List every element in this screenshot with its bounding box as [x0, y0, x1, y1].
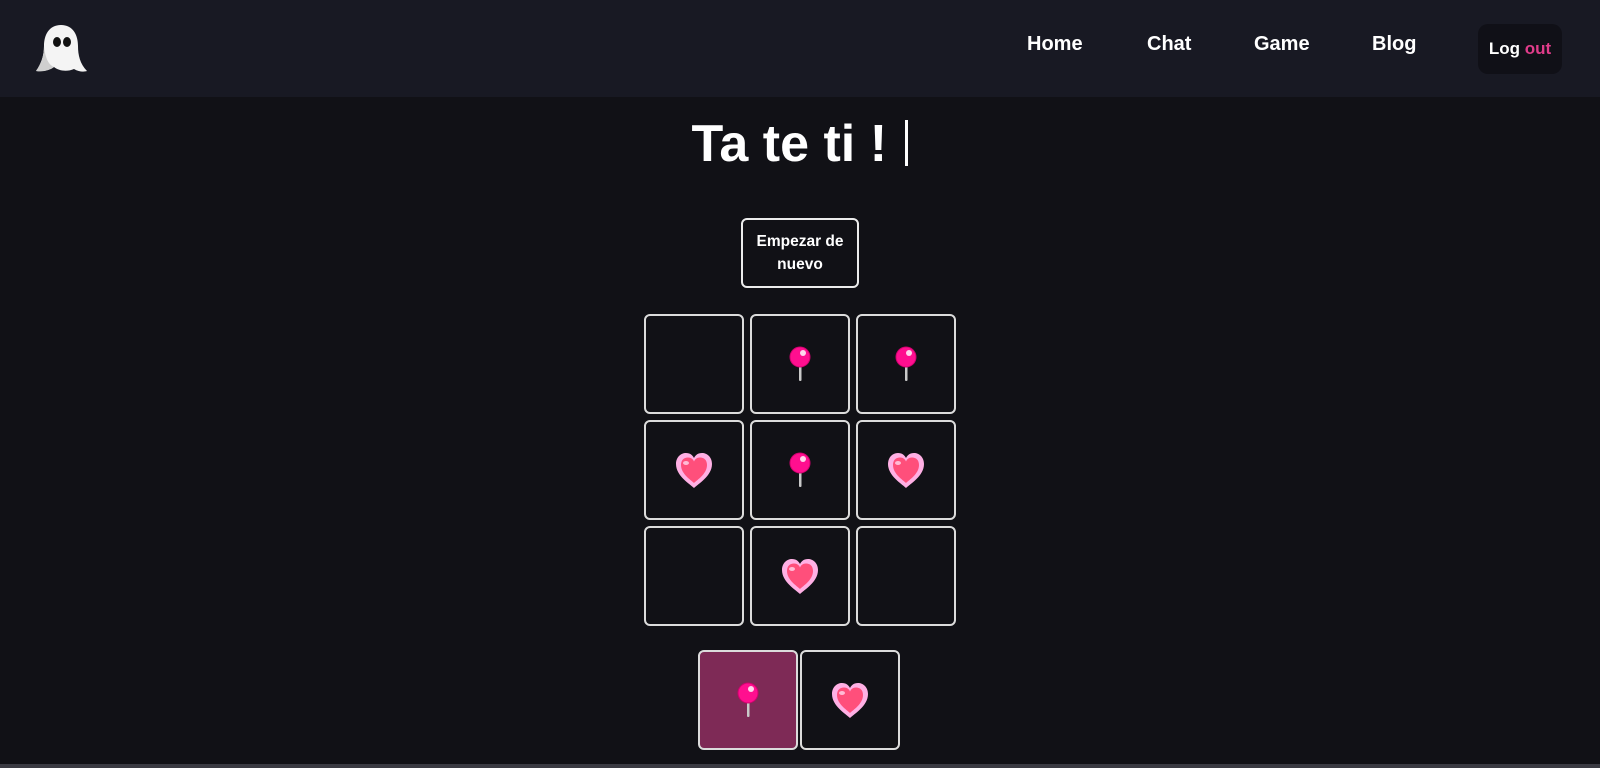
pushpin-icon-graphic — [737, 682, 759, 717]
ghost-icon[interactable] — [34, 22, 88, 76]
page-title: Ta te ti ! — [691, 115, 888, 173]
turn-pushpin[interactable] — [698, 650, 798, 750]
logout-label-log: Log — [1488, 39, 1520, 58]
pushpin-icon-graphic — [789, 452, 811, 487]
board-cell-5[interactable] — [750, 420, 850, 520]
pushpin-icon — [884, 342, 928, 386]
heart-icon — [884, 448, 928, 492]
board-cell-3[interactable] — [856, 314, 956, 414]
pushpin-icon-graphic — [789, 346, 811, 381]
board-cell-4[interactable] — [644, 420, 744, 520]
pushpin-icon — [778, 448, 822, 492]
bottom-edge — [0, 764, 1600, 768]
nav-chat[interactable]: Chat — [1147, 31, 1191, 57]
pushpin-icon — [778, 342, 822, 386]
board-cell-9[interactable] — [856, 526, 956, 626]
typing-caret — [905, 120, 909, 166]
heart-icon — [672, 448, 716, 492]
board-cell-2[interactable] — [750, 314, 850, 414]
nav-blog[interactable]: Blog — [1372, 31, 1416, 57]
board-cell-7[interactable] — [644, 526, 744, 626]
heart-icon — [778, 554, 822, 598]
nav-home[interactable]: Home — [1027, 31, 1083, 57]
heart-icon-graphic — [676, 453, 712, 488]
game-board — [644, 314, 956, 626]
board-cell-1[interactable] — [644, 314, 744, 414]
logout-label-out: out — [1524, 39, 1552, 58]
pushpin-icon — [726, 678, 770, 722]
heart-icon-graphic — [888, 453, 924, 488]
heart-icon — [828, 678, 872, 722]
turn-heart[interactable] — [800, 650, 900, 750]
logout-button[interactable]: Log out — [1478, 24, 1562, 74]
navbar: Home Chat Game Blog Log out — [0, 0, 1600, 97]
heart-icon-graphic — [782, 559, 818, 594]
board-cell-6[interactable] — [856, 420, 956, 520]
pushpin-icon-graphic — [895, 346, 917, 381]
restart-button[interactable]: Empezar de nuevo — [741, 218, 859, 288]
title-wrap: Ta te ti ! — [0, 112, 1600, 176]
board-cell-8[interactable] — [750, 526, 850, 626]
nav-game[interactable]: Game — [1254, 31, 1310, 57]
turn-indicator — [698, 650, 901, 751]
heart-icon-graphic — [832, 683, 868, 718]
